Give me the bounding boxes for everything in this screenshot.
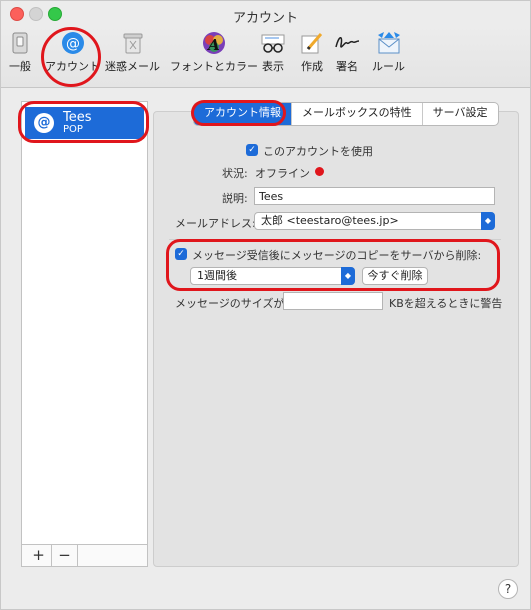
tab-account-info[interactable]: アカウント情報 (194, 103, 292, 125)
remove-copy-label: メッセージ受信後にメッセージのコピーをサーバから削除: (192, 249, 482, 262)
toolbar-fonts-colors[interactable]: A フォントとカラー (170, 31, 258, 74)
at-sign-icon: @ (61, 32, 84, 54)
toolbar-composing-label: 作成 (301, 60, 323, 73)
add-account-button[interactable]: + (26, 545, 52, 566)
window-title: アカウント (232, 11, 298, 26)
signature-icon (335, 37, 360, 48)
envelope-arrows-icon (377, 32, 400, 54)
toolbar-fonts-colors-label: フォントとカラー (170, 60, 258, 73)
tab-server-settings[interactable]: サーバ設定 (423, 103, 498, 125)
account-type: POP (63, 124, 83, 135)
toolbar-signatures-label: 署名 (336, 60, 358, 73)
description-input[interactable] (254, 187, 495, 205)
toolbar-rules[interactable]: ルール (372, 31, 405, 74)
preferences-toolbar: 一般 @ アカウント 迷惑メール A フォントとカラー 表示 作成 署名 ルール (1, 25, 530, 88)
tab-mailbox-behaviors[interactable]: メールボックスの特性 (292, 103, 423, 125)
account-list-buttons: + − (22, 544, 147, 566)
pencil-paper-icon (301, 33, 323, 54)
svg-text:A: A (206, 36, 220, 54)
email-address-select[interactable]: 太郎 <teestaro@tees.jp> ◆ (254, 212, 495, 230)
preferences-window: アカウント 一般 @ アカウント 迷惑メール A フォントとカラー 表示 作成 … (0, 0, 531, 610)
use-account-label: このアカウントを使用 (263, 145, 373, 158)
size-limit-suffix: KBを超えるときに警告 (389, 297, 503, 310)
toolbar-accounts[interactable]: @ アカウント (45, 31, 100, 74)
account-name: Tees (63, 110, 92, 125)
description-label: 説明: (222, 192, 248, 205)
section-divider (169, 239, 501, 240)
account-list: @ Tees POP + − (21, 101, 148, 567)
glasses-icon (261, 34, 285, 53)
remove-period-value: 1週間後 (197, 269, 237, 282)
account-list-item[interactable]: @ Tees POP (25, 107, 144, 139)
remove-copy-checkbox[interactable]: ✓ (175, 248, 187, 260)
account-settings-panel (153, 111, 519, 567)
status-label: 状況: (222, 167, 248, 180)
toolbar-composing[interactable]: 作成 (299, 31, 325, 74)
toolbar-junk-mail[interactable]: 迷惑メール (105, 31, 160, 74)
chevron-updown-icon: ◆ (341, 267, 355, 285)
at-sign-icon: @ (34, 113, 54, 133)
trash-can-icon (123, 33, 142, 54)
email-address-label: メールアドレス: (175, 217, 256, 230)
status-value: オフライン (255, 167, 310, 180)
toolbar-accounts-label: アカウント (45, 60, 100, 73)
font-color-icon: A (203, 32, 225, 54)
svg-text:@: @ (66, 36, 80, 52)
toolbar-general[interactable]: 一般 (9, 31, 31, 74)
toolbar-general-label: 一般 (9, 60, 31, 73)
toolbar-rules-label: ルール (372, 60, 405, 73)
use-account-checkbox[interactable]: ✓ (246, 144, 258, 156)
remove-now-button[interactable]: 今すぐ削除 (362, 267, 428, 285)
toolbar-viewing[interactable]: 表示 (259, 31, 287, 74)
toolbar-junk-mail-label: 迷惑メール (105, 60, 160, 73)
email-address-value: 太郎 <teestaro@tees.jp> (261, 214, 399, 227)
help-button[interactable]: ? (498, 579, 518, 599)
remove-account-button[interactable]: − (52, 545, 78, 566)
toolbar-viewing-label: 表示 (262, 60, 284, 73)
chevron-updown-icon: ◆ (481, 212, 495, 230)
account-tabs: アカウント情報 メールボックスの特性 サーバ設定 (193, 102, 499, 126)
size-limit-input[interactable] (283, 292, 383, 310)
size-limit-label: メッセージのサイズが (175, 297, 285, 310)
toolbar-signatures[interactable]: 署名 (333, 31, 361, 74)
offline-status-dot (315, 167, 324, 176)
switch-icon (12, 32, 28, 54)
remove-period-select[interactable]: 1週間後 ◆ (190, 267, 355, 285)
